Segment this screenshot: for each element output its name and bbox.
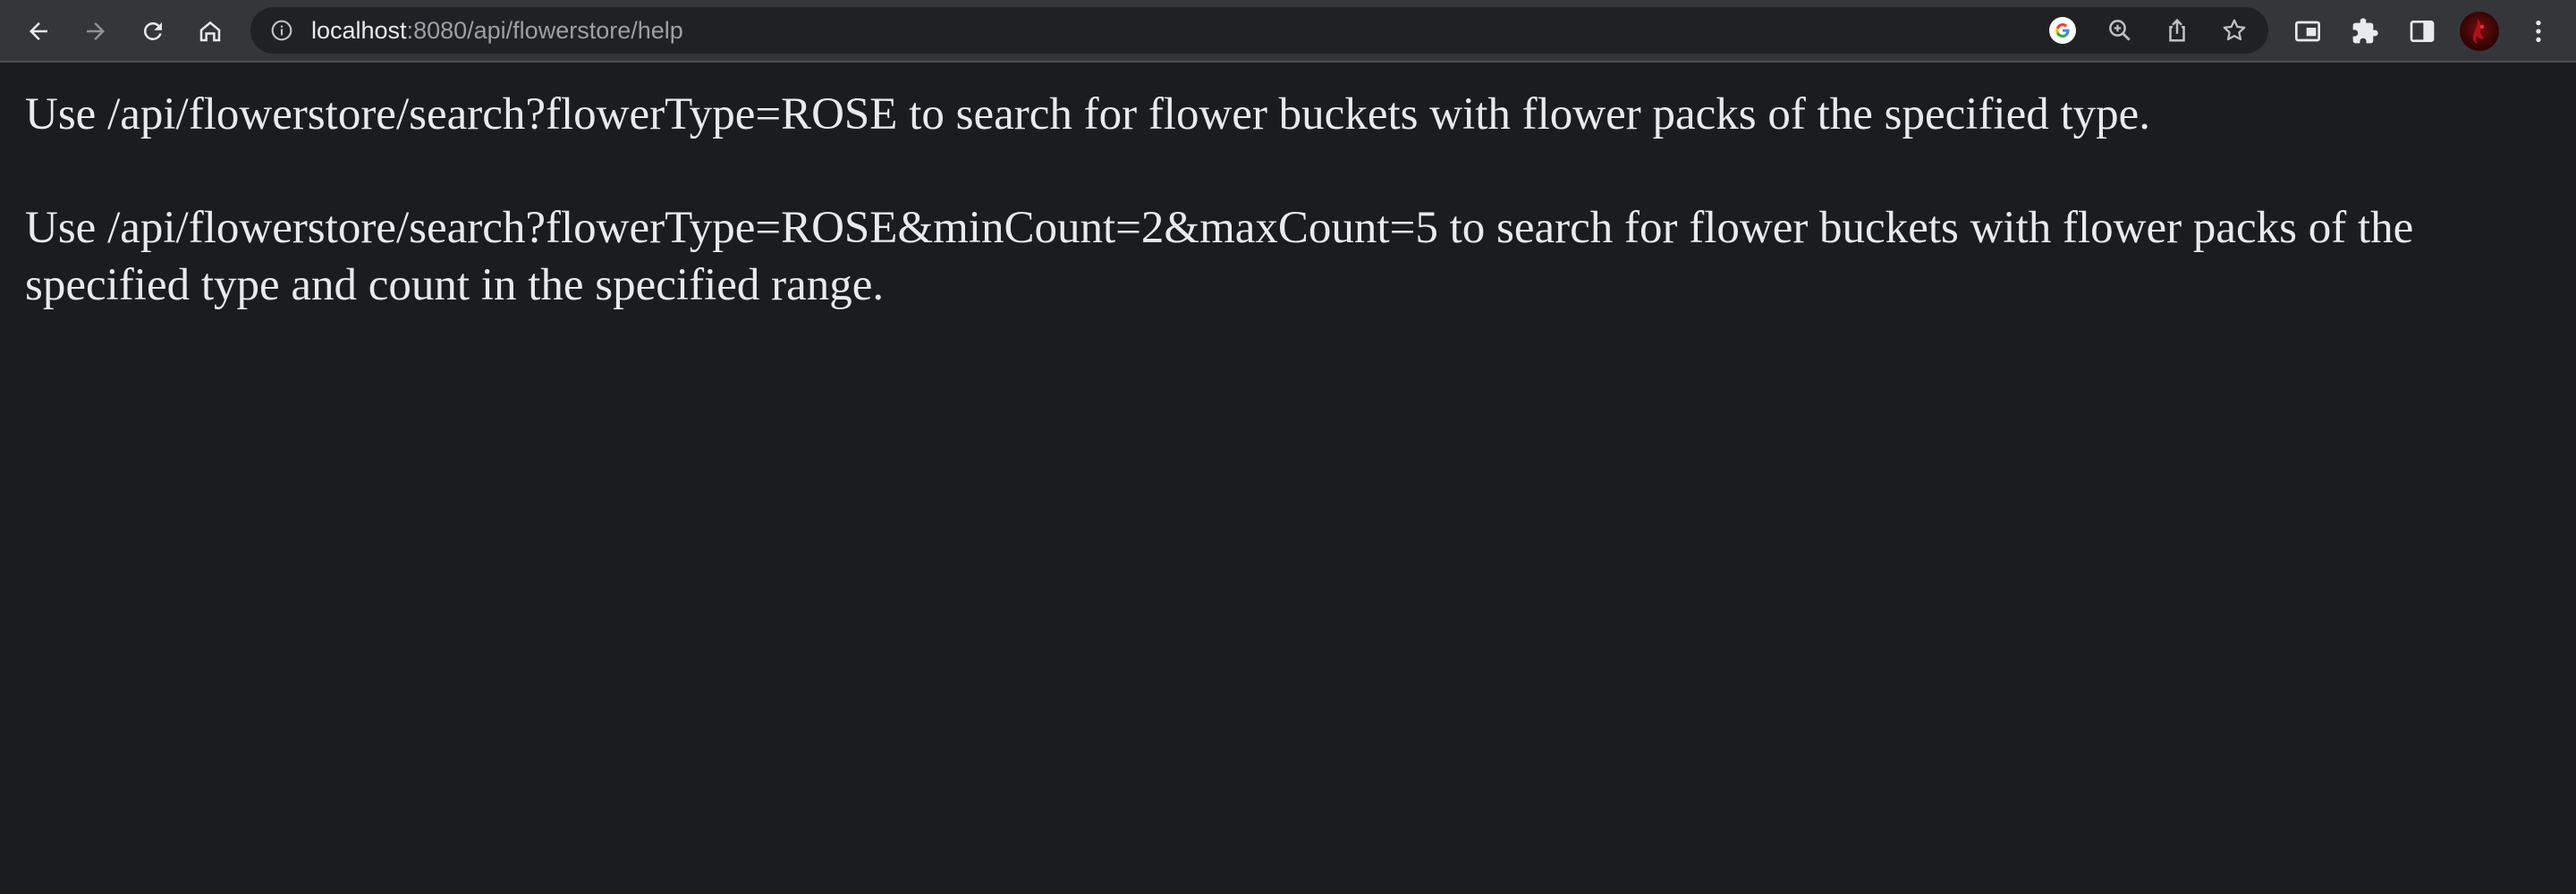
url-host: localhost [311, 17, 407, 44]
google-logo-icon [2049, 17, 2076, 44]
home-button[interactable] [188, 9, 233, 54]
side-panel-icon[interactable] [2406, 15, 2438, 47]
forward-arrow-icon [87, 22, 105, 40]
help-paragraph-count-search: Use /api/flowerstore/search?flowerType=R… [25, 203, 2414, 310]
reload-icon [143, 21, 162, 40]
back-button[interactable] [16, 9, 61, 54]
magnifier-plus-icon [2109, 20, 2131, 41]
media-icon [2295, 21, 2320, 42]
star-icon[interactable] [2220, 16, 2249, 45]
url-path: :8080/api/flowerstore/help [406, 17, 683, 44]
help-paragraph-type-search: Use /api/flowerstore/search?flowerType=R… [25, 89, 2151, 139]
avatar[interactable] [2460, 12, 2499, 51]
profile-picture-icon [2472, 19, 2485, 44]
forward-button[interactable] [73, 9, 118, 54]
zoom-icon[interactable] [2106, 16, 2134, 45]
browser-toolbar: localhost:8080/api/flowerstore/help [0, 0, 2576, 63]
page-content: Use /api/flowerstore/search?flowerType=R… [25, 86, 2547, 370]
extensions-puzzle-icon [2352, 18, 2378, 44]
sidebar-toggle-icon [2410, 21, 2435, 42]
share-box-icon [2169, 18, 2185, 42]
more-vertical-icon [2536, 21, 2541, 42]
address-bar[interactable]: localhost:8080/api/flowerstore/help [250, 7, 2268, 54]
google-icon[interactable] [2048, 16, 2077, 45]
bookmark-star-icon [2223, 19, 2246, 41]
back-arrow-icon [30, 22, 47, 40]
share-icon[interactable] [2163, 16, 2191, 45]
puzzle-icon[interactable] [2349, 15, 2381, 47]
kebab-menu-icon[interactable] [2522, 15, 2555, 47]
reload-button[interactable] [131, 9, 175, 54]
home-icon [199, 21, 221, 42]
picture-in-picture-icon[interactable] [2292, 15, 2324, 47]
url-text[interactable]: localhost:8080/api/flowerstore/help [311, 7, 683, 54]
info-icon[interactable] [270, 19, 293, 42]
